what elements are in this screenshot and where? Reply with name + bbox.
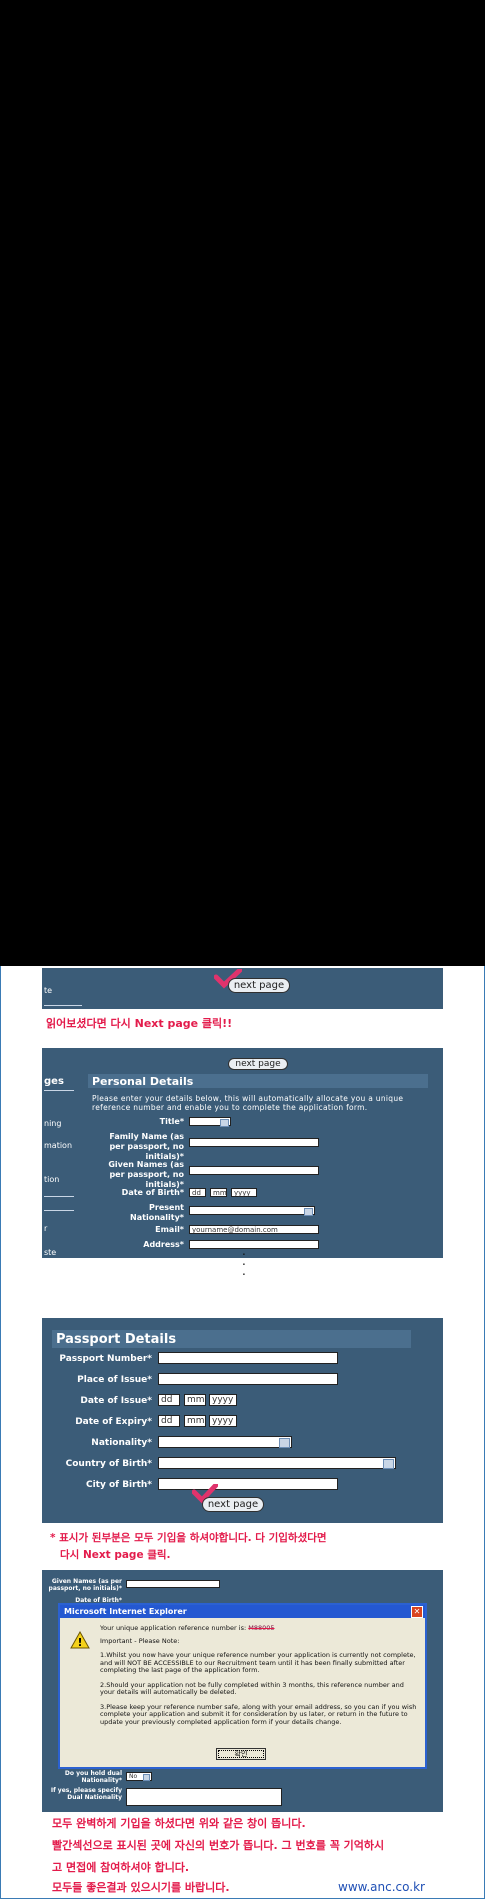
nationality-select[interactable] [189, 1206, 315, 1216]
sidebar-item-1[interactable]: ning [44, 1119, 61, 1128]
email-label: Email* [155, 1225, 184, 1234]
step3-caption-line1: * 표시가 된부분은 모두 기입을 하셔야합니다. 다 기입하셨다면 [50, 1532, 327, 1544]
step1-nav-underline [44, 1005, 82, 1006]
step2-nav-divider [44, 1090, 74, 1091]
place-of-issue-input[interactable] [158, 1373, 338, 1385]
dual-nationality-select[interactable]: No [126, 1772, 152, 1781]
chevron-down-icon [304, 1208, 313, 1216]
sidebar-item-3[interactable]: tion [44, 1175, 59, 1184]
place-of-issue-label: Place of Issue* [77, 1375, 152, 1385]
step1-nav-label: te [44, 986, 53, 995]
sidebar-item-5[interactable]: ste [44, 1248, 56, 1257]
passport-number-input[interactable] [158, 1352, 338, 1364]
expiry-year-input[interactable]: yyyy [209, 1415, 237, 1427]
step2-nav-divider-3 [44, 1210, 74, 1211]
specify-dual-label: If yes, please specify Dual Nationality [50, 1787, 122, 1801]
passport-number-label: Passport Number* [59, 1354, 152, 1364]
dialog-title: Microsoft Internet Explorer [64, 1607, 187, 1616]
footer-line-3: 고 면접에 참여하셔야 합니다. [52, 1861, 190, 1874]
chevron-down-icon [220, 1119, 229, 1127]
address-input[interactable] [189, 1240, 319, 1249]
dob-label: Date of Birth* [121, 1188, 184, 1197]
bg-given-names-input [126, 1580, 220, 1588]
nationality-label: Present Nationality* [130, 1203, 184, 1222]
site-url: www.anc.co.kr [338, 1880, 425, 1894]
sidebar-item-2[interactable]: mation [44, 1141, 72, 1150]
issue-month-input[interactable]: mm [184, 1394, 206, 1406]
step3-caption-line2: 다시 Next page 클릭. [60, 1549, 171, 1561]
dialog-note-2: 2.Should your application not be fully c… [100, 1680, 404, 1696]
specify-dual-textarea[interactable] [126, 1788, 282, 1806]
chevron-down-icon [383, 1459, 394, 1469]
step1-next-page-button[interactable]: next page [228, 978, 290, 993]
city-of-birth-label: City of Birth* [85, 1480, 152, 1490]
given-names-input[interactable] [189, 1166, 319, 1175]
family-name-label: Family Name (as per passport, no initial… [109, 1132, 184, 1161]
step2-intro: Please enter your details below, this wi… [92, 1094, 404, 1112]
svg-text:!: ! [77, 1636, 82, 1649]
dialog-title-bar: Microsoft Internet Explorer ✕ [60, 1605, 425, 1618]
date-of-issue-label: Date of Issue* [80, 1396, 152, 1406]
bg-given-names-label: Given Names (as per passport, no initial… [48, 1578, 122, 1592]
dialog-ref-line: Your unique application reference number… [100, 1624, 418, 1633]
title-label: Title* [159, 1117, 184, 1126]
issue-day-input[interactable]: dd [158, 1394, 180, 1406]
step2-section-title: Personal Details [92, 1075, 194, 1088]
expiry-month-input[interactable]: mm [184, 1415, 206, 1427]
chevron-down-icon [143, 1774, 150, 1781]
continuation-dots: . . . [242, 1244, 246, 1278]
dob-year-input[interactable]: yyyy [231, 1188, 257, 1197]
dob-month-input[interactable]: mm [210, 1188, 227, 1197]
chevron-down-icon [279, 1438, 290, 1448]
ie-alert-dialog: Microsoft Internet Explorer ✕ ! Your uni… [58, 1603, 427, 1769]
country-of-birth-select[interactable] [158, 1457, 396, 1469]
title-select[interactable] [189, 1117, 231, 1127]
step3-next-page-button[interactable]: next page [202, 1497, 264, 1512]
ref-label: Your unique application reference number… [100, 1624, 247, 1632]
step3-section-title: Passport Details [56, 1332, 177, 1347]
dialog-note-3: 3.Please keep your reference number safe… [100, 1702, 417, 1726]
country-of-birth-label: Country of Birth* [65, 1459, 152, 1469]
family-name-input[interactable] [189, 1138, 319, 1147]
close-icon[interactable]: ✕ [411, 1606, 423, 1618]
address-label: Address* [143, 1240, 184, 1249]
nationality3-select[interactable] [158, 1436, 292, 1448]
ref-number: M88005 [248, 1624, 275, 1632]
footer-line-2: 빨간섹선으로 표시된 곳에 자신의 번호가 뜹니다. 그 번호를 꼭 기억하시 [52, 1839, 385, 1852]
email-input[interactable]: yourname@domain.com [189, 1225, 319, 1234]
dialog-important: Important - Please Note: [100, 1636, 180, 1645]
step2-nav-divider-2 [44, 1196, 74, 1197]
dob-day-input[interactable]: dd [189, 1188, 206, 1197]
footer-line-4: 모두들 좋은결과 있으시기를 바랍니다. [52, 1881, 230, 1894]
expiry-day-input[interactable]: dd [158, 1415, 180, 1427]
step2-next-page-button[interactable]: next page [228, 1058, 288, 1070]
warning-icon: ! [70, 1631, 90, 1649]
dialog-body: Your unique application reference number… [100, 1624, 418, 1726]
step2-nav-header: ges [44, 1076, 64, 1087]
dual-nationality-label: Do you hold dual Nationality* [64, 1770, 122, 1784]
issue-year-input[interactable]: yyyy [209, 1394, 237, 1406]
given-names-label: Given Names (as per passport, no initial… [108, 1160, 184, 1189]
dialog-note-1: 1.Whilst you now have your unique refere… [100, 1651, 416, 1674]
dialog-ok-button[interactable]: 확인 [216, 1748, 266, 1760]
step1-caption: 읽어보셨다면 다시 Next page 클릭!! [46, 1017, 233, 1030]
city-of-birth-input[interactable] [158, 1478, 338, 1490]
nationality3-label: Nationality* [91, 1438, 152, 1448]
footer-line-1: 모두 완벽하게 기입을 하셨다면 위와 같은 창이 뜹니다. [52, 1817, 306, 1830]
sidebar-item-4[interactable]: r [44, 1224, 47, 1233]
black-region [0, 0, 485, 966]
date-of-expiry-label: Date of Expiry* [75, 1417, 152, 1427]
